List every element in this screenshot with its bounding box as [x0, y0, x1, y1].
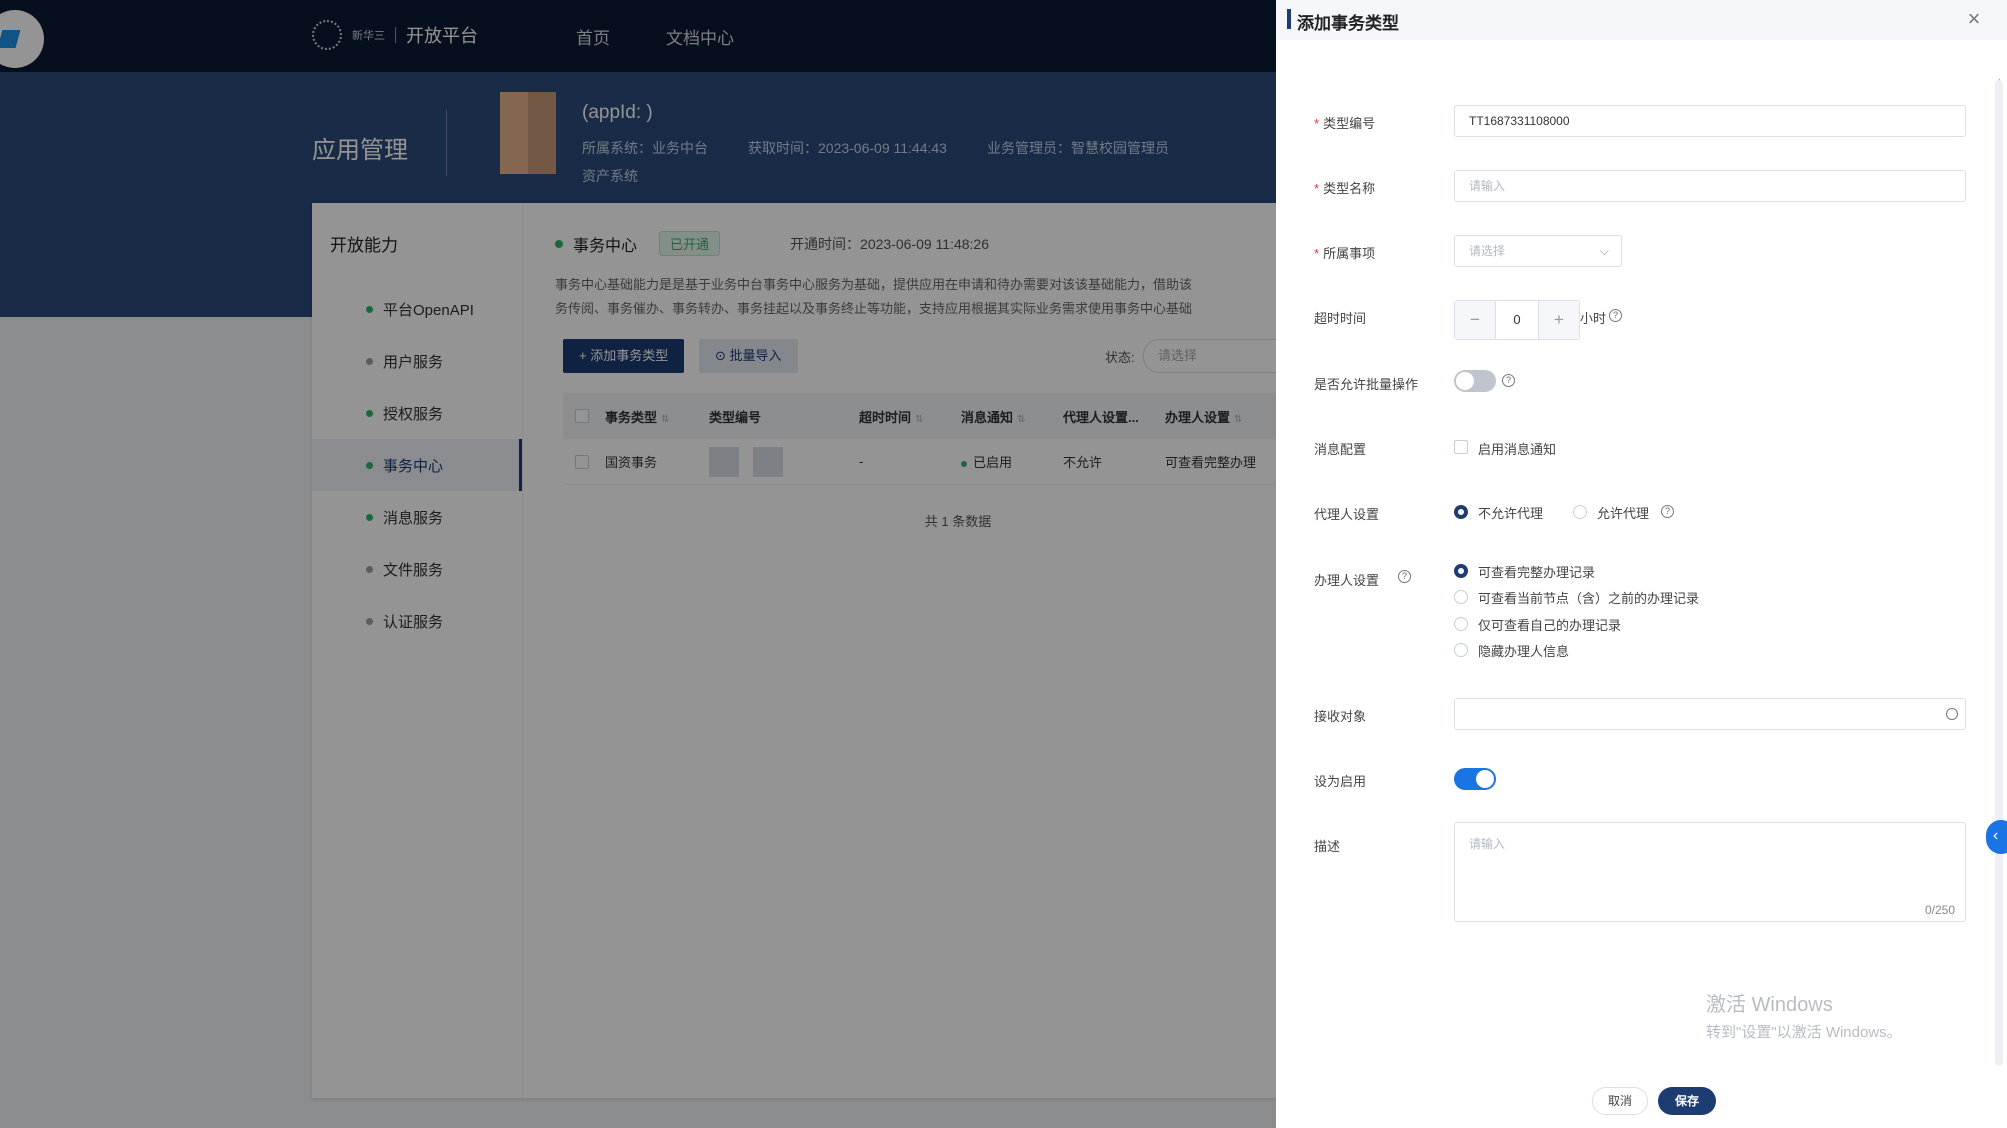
proxy-disallow-radio[interactable] [1454, 505, 1468, 519]
decrement-button[interactable]: − [1455, 301, 1495, 339]
required-mark: * [1314, 246, 1320, 261]
drawer-title: 添加事务类型 [1297, 14, 1399, 33]
help-icon[interactable]: ? [1661, 505, 1674, 518]
type-code-input[interactable]: TT1687331108000 [1454, 105, 1966, 137]
timeout-stepper[interactable]: − 0 + [1454, 300, 1580, 340]
description-textarea[interactable]: 请输入 0/250 [1454, 822, 1966, 922]
textarea-placeholder: 请输入 [1469, 837, 1506, 851]
enable-toggle[interactable] [1454, 768, 1496, 790]
matter-label: * 所属事项 [1314, 246, 1376, 261]
timeout-unit: 小时 [1580, 311, 1607, 326]
toggle-knob [1476, 770, 1494, 788]
add-affair-type-drawer: 添加事务类型 × * 类型编号 TT1687331108000 * 类型名称 请输入… [1276, 0, 2007, 1128]
batch-toggle[interactable] [1454, 370, 1496, 392]
watermark-line-2: 转到"设置"以激活 Windows。 [1706, 1024, 1902, 1041]
enable-message-checkbox[interactable] [1454, 440, 1468, 454]
timeout-label: 超时时间 [1314, 311, 1367, 326]
handler-option-hide[interactable]: 隐藏办理人信息 [1478, 641, 1569, 660]
receiver-label: 接收对象 [1314, 709, 1367, 724]
handler-radio-hide[interactable] [1454, 643, 1468, 657]
increment-button[interactable]: + [1539, 301, 1579, 339]
proxy-allow-option[interactable]: 允许代理 [1597, 503, 1649, 522]
receiver-input[interactable] [1454, 698, 1966, 730]
handler-option-before-node[interactable]: 可查看当前节点（含）之前的办理记录 [1478, 588, 1699, 607]
drawer-footer: 取消 保存 [1592, 1087, 1716, 1115]
watermark-line-1: 激活 Windows [1706, 994, 1833, 1016]
enable-message-option[interactable]: 启用消息通知 [1478, 439, 1556, 458]
handler-radio-full[interactable] [1454, 564, 1468, 578]
chevron-down-icon: ⌵ [1599, 244, 1609, 258]
close-icon[interactable]: × [1962, 7, 1986, 31]
proxy-label: 代理人设置 [1314, 507, 1380, 522]
help-icon[interactable]: ? [1609, 309, 1622, 322]
enable-label: 设为启用 [1314, 774, 1367, 789]
char-counter: 0/250 [1924, 903, 1955, 917]
title-accent-bar [1287, 9, 1291, 29]
handler-label: 办理人设置 [1314, 573, 1380, 588]
cancel-button[interactable]: 取消 [1592, 1087, 1648, 1115]
collapse-tab-chevron-left-icon[interactable]: ‹ [1986, 820, 2007, 854]
add-circle-icon[interactable] [1946, 708, 1958, 720]
matter-select[interactable]: 请选择 ⌵ [1454, 235, 1622, 267]
handler-option-full[interactable]: 可查看完整办理记录 [1478, 562, 1595, 581]
save-button[interactable]: 保存 [1658, 1087, 1716, 1115]
drawer-scrollbar[interactable] [1995, 80, 2003, 1066]
type-name-label: * 类型名称 [1314, 181, 1376, 196]
help-icon[interactable]: ? [1502, 374, 1515, 387]
message-label: 消息配置 [1314, 442, 1367, 457]
timeout-value[interactable]: 0 [1495, 301, 1539, 339]
windows-activation-watermark: 激活 Windows 转到"设置"以激活 Windows。 [1706, 988, 1902, 1042]
modal-overlay[interactable] [0, 0, 1276, 1128]
proxy-disallow-option[interactable]: 不允许代理 [1478, 503, 1543, 522]
handler-option-self[interactable]: 仅可查看自己的办理记录 [1478, 615, 1621, 634]
type-name-input[interactable]: 请输入 [1454, 170, 1966, 202]
help-icon[interactable]: ? [1398, 570, 1411, 583]
required-mark: * [1314, 181, 1320, 196]
toggle-knob [1456, 372, 1474, 390]
handler-radio-before-node[interactable] [1454, 590, 1468, 604]
description-label: 描述 [1314, 839, 1341, 854]
required-mark: * [1314, 116, 1320, 131]
proxy-allow-radio[interactable] [1573, 505, 1587, 519]
handler-radio-self[interactable] [1454, 617, 1468, 631]
drawer-header: 添加事务类型 × [1276, 0, 2007, 40]
type-code-label: * 类型编号 [1314, 116, 1376, 131]
batch-label: 是否允许批量操作 [1314, 377, 1419, 392]
